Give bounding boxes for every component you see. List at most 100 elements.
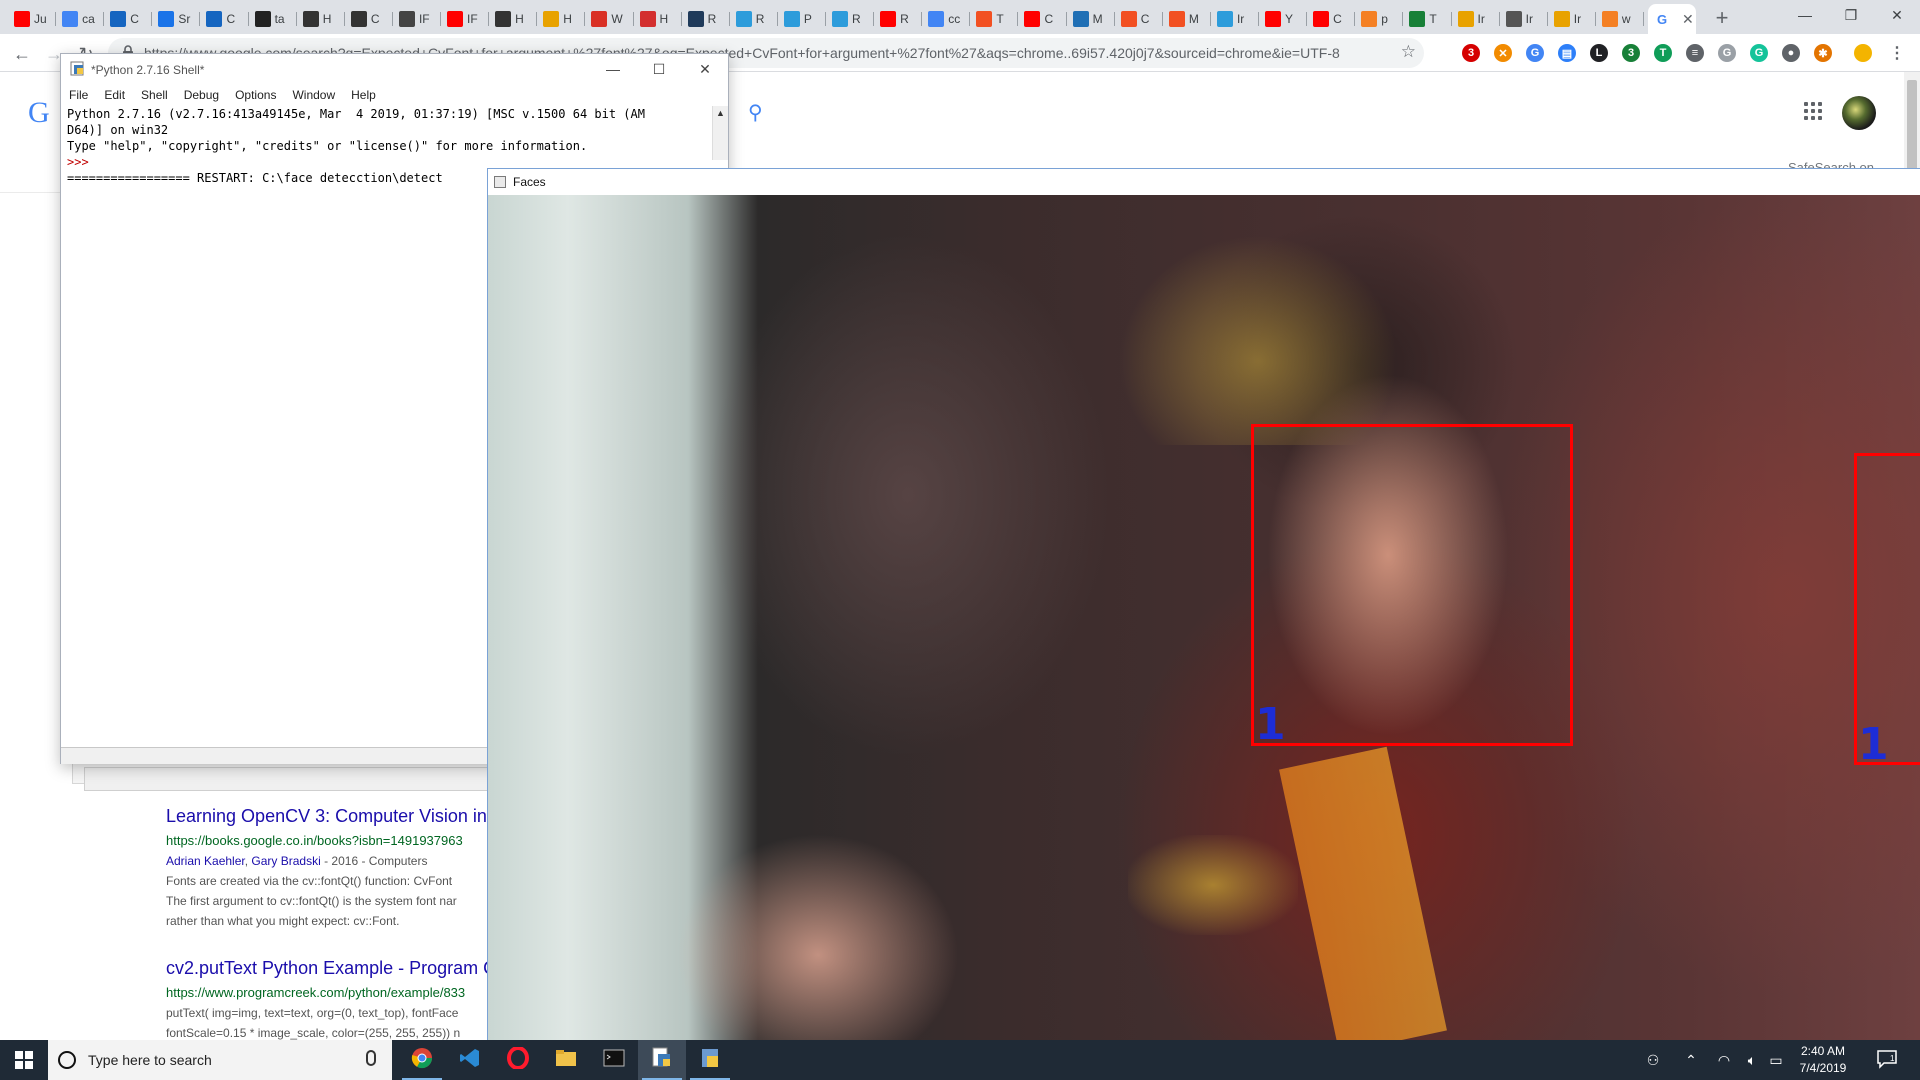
back-button[interactable]: ← bbox=[8, 40, 36, 68]
menu-shell[interactable]: Shell bbox=[133, 84, 176, 106]
menu-edit[interactable]: Edit bbox=[96, 84, 133, 106]
menu-debug[interactable]: Debug bbox=[176, 84, 227, 106]
battery-icon[interactable]: ▭ bbox=[1765, 1040, 1787, 1080]
people-icon[interactable]: ⚇ bbox=[1640, 1040, 1666, 1080]
browser-tab[interactable]: p bbox=[1355, 4, 1404, 34]
window-icon bbox=[494, 176, 506, 188]
browser-tab[interactable]: C bbox=[200, 4, 249, 34]
volume-icon[interactable]: 🔈︎ bbox=[1740, 1040, 1764, 1080]
browser-tab[interactable]: C bbox=[1115, 4, 1163, 34]
menu-options[interactable]: Options bbox=[227, 84, 284, 106]
browser-tab[interactable]: IF bbox=[441, 4, 490, 34]
start-button[interactable] bbox=[0, 1040, 48, 1080]
taskbar-app[interactable] bbox=[638, 1040, 686, 1080]
show-hidden-icons-chevron-icon[interactable]: ⌃ bbox=[1680, 1040, 1702, 1080]
browser-tab[interactable]: C bbox=[104, 4, 153, 34]
result-title-link[interactable]: Learning OpenCV 3: Computer Vision in bbox=[166, 806, 496, 827]
browser-tab[interactable]: R bbox=[682, 4, 730, 34]
google-logo[interactable]: G bbox=[28, 96, 50, 130]
opera-badge-icon[interactable]: 3 bbox=[1462, 44, 1480, 62]
browser-tab[interactable]: H bbox=[489, 4, 538, 34]
browser-close-button[interactable]: ✕ bbox=[1874, 0, 1920, 30]
tab-active-google-search[interactable]: G ✕ bbox=[1648, 4, 1696, 34]
action-center-icon[interactable]: 1 bbox=[1876, 1049, 1898, 1069]
faces-title-bar[interactable]: Faces bbox=[488, 169, 1920, 195]
browser-minimize-button[interactable]: — bbox=[1782, 0, 1828, 30]
browser-tab[interactable]: T bbox=[970, 4, 1019, 34]
docs-icon[interactable]: ▤ bbox=[1558, 44, 1576, 62]
browser-tab[interactable]: Ir bbox=[1500, 4, 1548, 34]
browser-tab[interactable]: C bbox=[345, 4, 393, 34]
menu-ext-icon[interactable]: ≡ bbox=[1686, 44, 1704, 62]
browser-tab[interactable]: ta bbox=[249, 4, 297, 34]
g-grey-icon[interactable]: G bbox=[1718, 44, 1736, 62]
browser-tab[interactable]: R bbox=[826, 4, 875, 34]
browser-tab[interactable]: W bbox=[585, 4, 634, 34]
browser-tab[interactable]: C bbox=[1018, 4, 1067, 34]
browser-tab[interactable]: Sr bbox=[152, 4, 201, 34]
browser-tab[interactable]: Y bbox=[1259, 4, 1308, 34]
menu-window[interactable]: Window bbox=[284, 84, 343, 106]
author-link[interactable]: Gary Bradski bbox=[251, 854, 320, 868]
browser-tab[interactable]: ca bbox=[56, 4, 105, 34]
idle-maximize-button[interactable]: ☐ bbox=[636, 54, 682, 84]
microphone-icon[interactable] bbox=[366, 1050, 376, 1066]
browser-tab[interactable]: R bbox=[874, 4, 923, 34]
shell-scrollbar[interactable]: ▲ bbox=[712, 106, 728, 160]
taskbar-search-box[interactable]: Type here to search bbox=[48, 1040, 392, 1080]
idle-minimize-button[interactable]: — bbox=[590, 54, 636, 84]
l-icon[interactable]: L bbox=[1590, 44, 1608, 62]
scroll-up-arrow-icon[interactable]: ▲ bbox=[713, 106, 728, 118]
menu-help[interactable]: Help bbox=[343, 84, 384, 106]
new-tab-button[interactable]: + bbox=[1708, 4, 1736, 32]
cortana-circle-icon bbox=[58, 1051, 76, 1069]
browser-tab[interactable]: C bbox=[1307, 4, 1356, 34]
puzzle-icon[interactable]: ✱ bbox=[1814, 44, 1832, 62]
author-link[interactable]: Adrian Kaehler bbox=[166, 854, 245, 868]
idle-close-button[interactable]: ✕ bbox=[682, 54, 728, 84]
taskbar-app[interactable] bbox=[686, 1040, 734, 1080]
windows-logo-icon bbox=[15, 1051, 33, 1069]
browser-tab[interactable]: Ir bbox=[1548, 4, 1596, 34]
browser-tab[interactable]: Ir bbox=[1452, 4, 1500, 34]
search-icon[interactable]: ⚲ bbox=[748, 100, 763, 125]
clock[interactable]: 2:40 AM 7/4/2019 bbox=[1788, 1043, 1858, 1077]
browser-tab[interactable]: Ir bbox=[1211, 4, 1260, 34]
taskbar-app[interactable] bbox=[494, 1040, 542, 1080]
taskbar-app[interactable] bbox=[398, 1040, 446, 1080]
taskbar-app[interactable] bbox=[542, 1040, 590, 1080]
browser-tab[interactable]: w bbox=[1596, 4, 1644, 34]
browser-tab[interactable]: Ju bbox=[8, 4, 57, 34]
avatar[interactable] bbox=[1842, 96, 1876, 130]
browser-tab[interactable]: T bbox=[1403, 4, 1452, 34]
close-tab-icon[interactable]: ✕ bbox=[1682, 11, 1694, 28]
browser-tab[interactable]: M bbox=[1163, 4, 1211, 34]
browser-tab[interactable]: H bbox=[297, 4, 345, 34]
taskbar-app[interactable] bbox=[446, 1040, 494, 1080]
orange-x-icon[interactable]: ✕ bbox=[1494, 44, 1512, 62]
grammarly-icon[interactable]: G bbox=[1750, 44, 1768, 62]
browser-tab[interactable]: M bbox=[1067, 4, 1115, 34]
browser-tab[interactable]: cc bbox=[922, 4, 971, 34]
network-icon[interactable]: ◠ bbox=[1712, 1040, 1736, 1080]
browser-tab[interactable]: R bbox=[730, 4, 778, 34]
page-scrollbar-thumb[interactable] bbox=[1907, 80, 1917, 172]
browser-tab[interactable]: P bbox=[778, 4, 826, 34]
google-g-icon[interactable]: G bbox=[1526, 44, 1544, 62]
result-title-link[interactable]: cv2.putText Python Example - Program C bbox=[166, 958, 496, 979]
google-apps-grid-icon[interactable] bbox=[1804, 102, 1822, 120]
shell-line: Type "help", "copyright", "credits" or "… bbox=[67, 139, 588, 153]
green-ext-icon[interactable]: T bbox=[1654, 44, 1672, 62]
menu-file[interactable]: File bbox=[61, 84, 96, 106]
browser-tab[interactable]: H bbox=[537, 4, 586, 34]
idle-title-bar[interactable]: *Python 2.7.16 Shell* — ☐ ✕ bbox=[61, 54, 728, 84]
taskbar-app[interactable] bbox=[590, 1040, 638, 1080]
browser-tab[interactable]: H bbox=[634, 4, 682, 34]
browser-menu-icon[interactable]: ⋮ bbox=[1888, 44, 1906, 62]
bookmark-star-icon[interactable]: ☆ bbox=[1401, 42, 1416, 62]
browser-restore-button[interactable]: ❐ bbox=[1828, 0, 1874, 30]
grey-circle-icon[interactable]: ● bbox=[1782, 44, 1800, 62]
profile-avatar[interactable] bbox=[1854, 44, 1872, 62]
shield-ext-icon[interactable]: 3 bbox=[1622, 44, 1640, 62]
browser-tab[interactable]: IF bbox=[393, 4, 442, 34]
